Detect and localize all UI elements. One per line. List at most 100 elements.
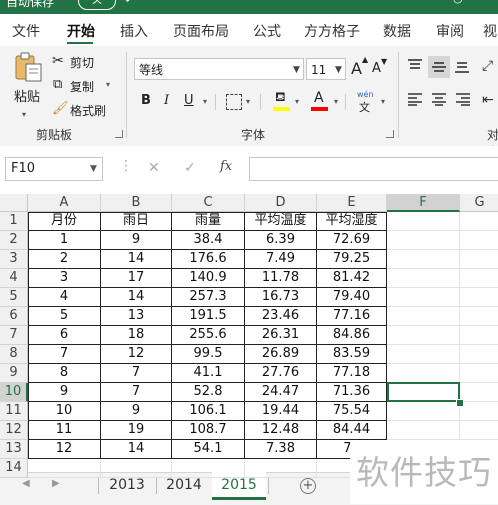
table-cell[interactable]: 18 bbox=[101, 326, 172, 345]
table-cell[interactable]: 140.9 bbox=[172, 269, 245, 288]
paste-dropdown-icon[interactable]: ▾ bbox=[22, 110, 26, 119]
table-cell[interactable] bbox=[460, 421, 498, 440]
table-cell[interactable]: 14 bbox=[101, 440, 172, 459]
bold-button[interactable]: B bbox=[141, 93, 151, 108]
fill-color-dropdown-icon[interactable]: ▾ bbox=[295, 97, 299, 106]
row-header-5[interactable]: 5 bbox=[0, 288, 28, 307]
table-cell[interactable]: 75.54 bbox=[317, 402, 387, 421]
row-header-11[interactable]: 11 bbox=[0, 402, 28, 421]
tab-data[interactable]: 数据 bbox=[383, 21, 411, 41]
table-cell[interactable]: 38.4 bbox=[172, 231, 245, 250]
table-cell[interactable] bbox=[387, 326, 460, 345]
enter-icon[interactable]: ✓ bbox=[184, 160, 196, 176]
row-header-10[interactable]: 10 bbox=[0, 383, 28, 402]
table-cell[interactable]: 11 bbox=[28, 421, 101, 440]
table-cell[interactable] bbox=[245, 459, 317, 478]
table-cell[interactable]: 3 bbox=[28, 269, 101, 288]
tab-page-layout[interactable]: 页面布局 bbox=[173, 21, 229, 41]
table-cell[interactable]: 1 bbox=[28, 231, 101, 250]
row-header-12[interactable]: 12 bbox=[0, 421, 28, 440]
table-cell[interactable] bbox=[460, 250, 498, 269]
grow-font-button[interactable]: A ▲ bbox=[351, 55, 369, 79]
table-cell[interactable]: 77.18 bbox=[317, 364, 387, 383]
table-cell[interactable]: 8 bbox=[28, 364, 101, 383]
table-cell[interactable] bbox=[460, 231, 498, 250]
row-header-2[interactable]: 2 bbox=[0, 231, 28, 250]
row-header-4[interactable]: 4 bbox=[0, 269, 28, 288]
table-cell[interactable] bbox=[460, 383, 498, 402]
tab-insert[interactable]: 插入 bbox=[120, 21, 148, 41]
row-header-8[interactable]: 8 bbox=[0, 345, 28, 364]
table-cell[interactable]: 7.38 bbox=[245, 440, 317, 459]
column-header-a[interactable]: A bbox=[28, 194, 101, 212]
table-cell[interactable]: 10 bbox=[28, 402, 101, 421]
table-cell[interactable]: 6 bbox=[28, 326, 101, 345]
underline-button[interactable]: U bbox=[184, 93, 194, 108]
table-cell[interactable]: 27.76 bbox=[245, 364, 317, 383]
table-cell[interactable]: 12 bbox=[28, 440, 101, 459]
table-cell[interactable]: 26.31 bbox=[245, 326, 317, 345]
align-left-button[interactable] bbox=[407, 92, 425, 110]
format-painter-button[interactable]: 🖌 格式刷 bbox=[52, 101, 112, 119]
table-cell[interactable]: 84.44 bbox=[317, 421, 387, 440]
cancel-icon[interactable]: ✕ bbox=[148, 160, 160, 176]
borders-icon[interactable] bbox=[226, 94, 242, 110]
table-cell[interactable]: 257.3 bbox=[172, 288, 245, 307]
row-header-6[interactable]: 6 bbox=[0, 307, 28, 326]
table-cell[interactable]: 6.39 bbox=[245, 231, 317, 250]
table-cell[interactable]: 13 bbox=[101, 307, 172, 326]
table-cell[interactable]: 17 bbox=[101, 269, 172, 288]
table-cell[interactable]: 9 bbox=[101, 402, 172, 421]
font-color-button[interactable]: A bbox=[311, 90, 329, 112]
table-cell[interactable] bbox=[460, 307, 498, 326]
table-cell[interactable] bbox=[387, 250, 460, 269]
scroll-left-icon[interactable]: ◀ bbox=[22, 478, 30, 489]
table-cell[interactable]: 83.59 bbox=[317, 345, 387, 364]
row-header-9[interactable]: 9 bbox=[0, 364, 28, 383]
table-header-cell[interactable]: 雨量 bbox=[172, 212, 245, 231]
table-cell[interactable]: 7 bbox=[28, 345, 101, 364]
align-bottom-button[interactable] bbox=[454, 58, 472, 76]
align-center-button[interactable] bbox=[431, 92, 449, 110]
phonetic-button[interactable]: wén 文 bbox=[356, 90, 378, 114]
table-cell[interactable]: 7 bbox=[101, 364, 172, 383]
table-cell[interactable] bbox=[101, 459, 172, 478]
table-cell[interactable]: 16.73 bbox=[245, 288, 317, 307]
table-cell[interactable] bbox=[387, 421, 460, 440]
table-cell[interactable]: 108.7 bbox=[172, 421, 245, 440]
tab-review[interactable]: 审阅 bbox=[436, 21, 464, 41]
column-header-g[interactable]: G bbox=[460, 194, 498, 212]
row-header-13[interactable]: 13 bbox=[0, 440, 28, 459]
table-cell[interactable] bbox=[460, 364, 498, 383]
table-cell[interactable] bbox=[387, 288, 460, 307]
add-sheet-icon[interactable]: + bbox=[300, 478, 316, 494]
select-all-corner[interactable] bbox=[0, 194, 28, 212]
tab-fangfang[interactable]: 方方格子 bbox=[304, 21, 360, 41]
table-cell[interactable]: 176.6 bbox=[172, 250, 245, 269]
table-cell[interactable]: 23.46 bbox=[245, 307, 317, 326]
table-cell[interactable] bbox=[460, 345, 498, 364]
table-cell[interactable]: 11.78 bbox=[245, 269, 317, 288]
table-cell[interactable]: 106.1 bbox=[172, 402, 245, 421]
table-cell[interactable]: 191.5 bbox=[172, 307, 245, 326]
table-header-cell[interactable]: 平均温度 bbox=[245, 212, 317, 231]
table-header-cell[interactable]: 平均湿度 bbox=[317, 212, 387, 231]
table-cell[interactable]: 81.42 bbox=[317, 269, 387, 288]
borders-dropdown-icon[interactable]: ▾ bbox=[246, 97, 250, 106]
table-cell[interactable] bbox=[387, 345, 460, 364]
name-box[interactable]: F10 ▼ bbox=[5, 157, 103, 181]
table-cell[interactable] bbox=[387, 307, 460, 326]
table-cell[interactable] bbox=[387, 231, 460, 250]
column-header-e[interactable]: E bbox=[317, 194, 387, 212]
underline-dropdown-icon[interactable]: ▾ bbox=[203, 97, 207, 106]
table-header-cell[interactable]: 月份 bbox=[28, 212, 101, 231]
orientation-icon[interactable]: ⤢ bbox=[482, 58, 493, 74]
table-cell[interactable]: 9 bbox=[28, 383, 101, 402]
table-cell[interactable] bbox=[460, 269, 498, 288]
table-cell[interactable]: 7 bbox=[101, 383, 172, 402]
table-cell[interactable]: 19.44 bbox=[245, 402, 317, 421]
table-cell[interactable]: 41.1 bbox=[172, 364, 245, 383]
table-cell[interactable]: 5 bbox=[28, 307, 101, 326]
row-header-14[interactable]: 14 bbox=[0, 459, 28, 478]
column-header-c[interactable]: C bbox=[172, 194, 245, 212]
